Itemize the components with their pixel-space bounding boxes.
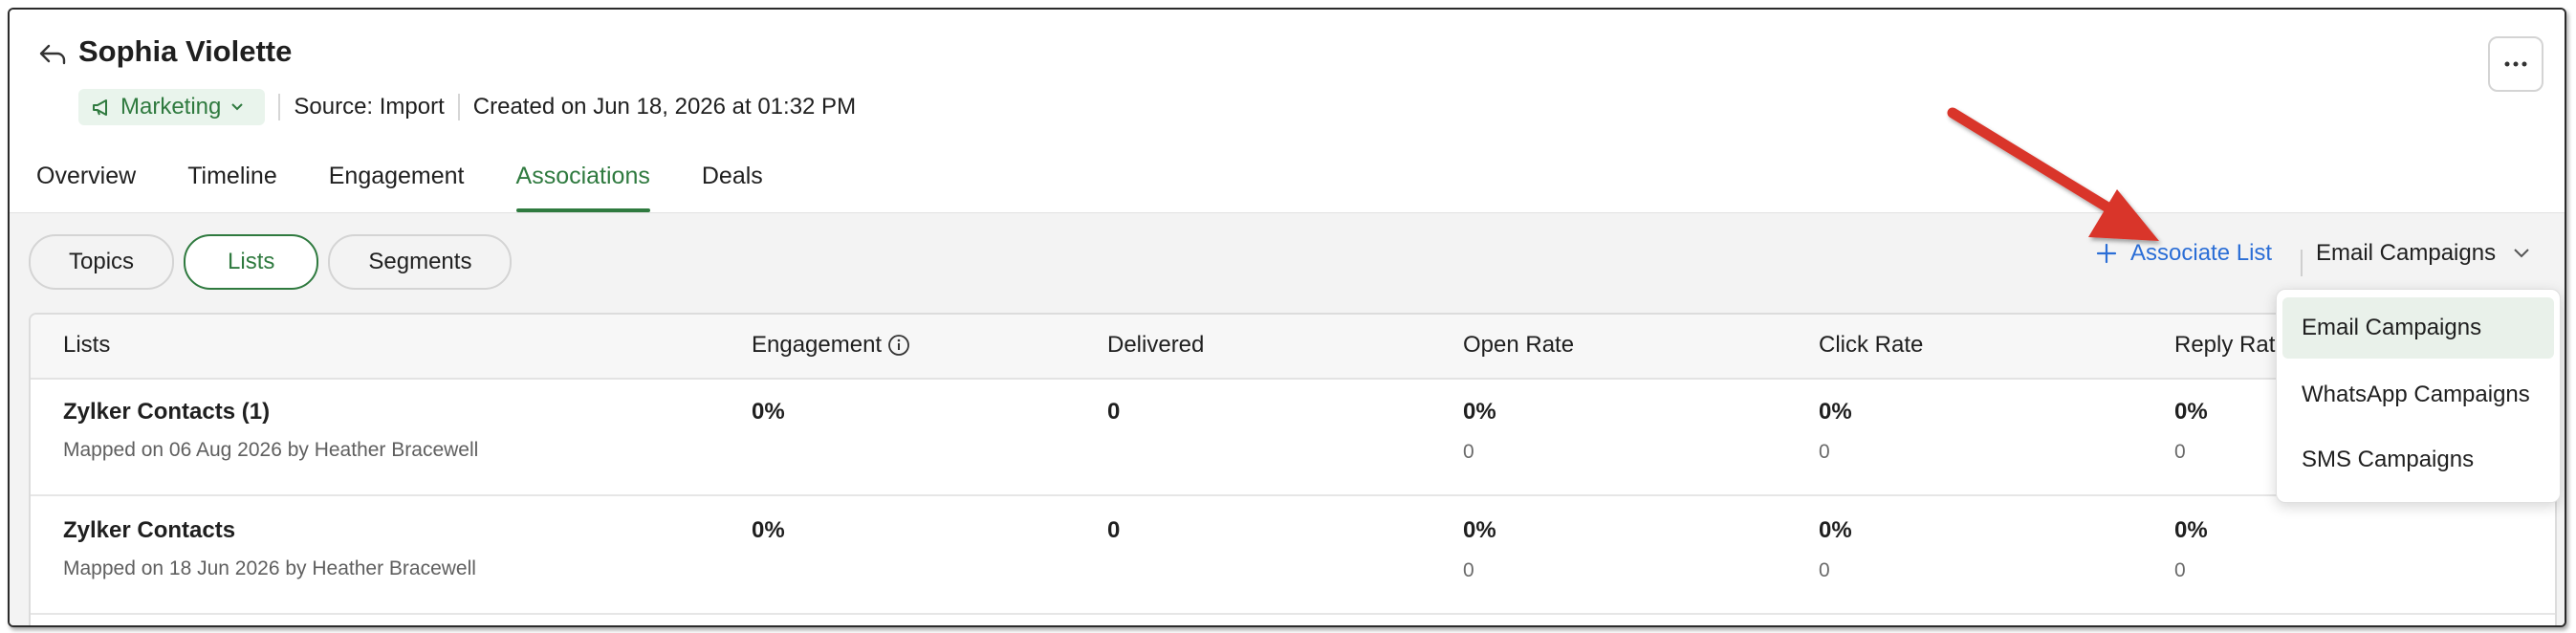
engagement-value: 0% bbox=[752, 517, 785, 543]
contact-name: Sophia Violette bbox=[78, 34, 293, 68]
header-engagement-label: Engagement bbox=[752, 332, 883, 358]
tab-overview[interactable]: Overview bbox=[36, 163, 136, 212]
reply-count: 0 bbox=[2174, 441, 2186, 463]
header-open-rate-label: Open Rate bbox=[1463, 332, 1575, 358]
open-rate-value: 0% bbox=[1463, 517, 1496, 543]
open-rate-value: 0% bbox=[1463, 399, 1496, 425]
campaign-type-select[interactable]: Email Campaigns bbox=[2316, 240, 2530, 267]
engagement-value: 0% bbox=[752, 399, 785, 425]
tab-bar: Overview Timeline Engagement Association… bbox=[36, 163, 815, 212]
option-email-campaigns[interactable]: Email Campaigns bbox=[2282, 297, 2554, 359]
reply-count: 0 bbox=[2174, 559, 2186, 581]
divider bbox=[278, 94, 281, 120]
info-icon[interactable] bbox=[887, 334, 910, 357]
reply-rate-value: 0% bbox=[2174, 517, 2208, 543]
pill-topics[interactable]: Topics bbox=[29, 234, 175, 290]
tab-deals[interactable]: Deals bbox=[702, 163, 763, 212]
header-delivered-label: Delivered bbox=[1107, 332, 1205, 358]
contact-header: Sophia Violette Marketing Source: Import… bbox=[10, 10, 2565, 212]
delivered-value: 0 bbox=[1107, 399, 1121, 425]
tab-timeline[interactable]: Timeline bbox=[187, 163, 277, 212]
header-reply-rate: Reply Rate bbox=[2174, 332, 2288, 359]
pill-segments[interactable]: Segments bbox=[328, 234, 513, 290]
marketing-tag-label: Marketing bbox=[120, 94, 222, 120]
table-header: Lists Engagement Delivered Open Rate Cli… bbox=[31, 315, 2555, 380]
contact-meta: Marketing Source: Import Created on Jun … bbox=[78, 88, 856, 126]
associations-panel: Topics Lists Segments Associate List Ema… bbox=[10, 212, 2565, 625]
tab-associations[interactable]: Associations bbox=[515, 163, 651, 212]
app-window: Sophia Violette Marketing Source: Import… bbox=[8, 8, 2566, 627]
list-name[interactable]: Zylker Contacts bbox=[63, 517, 235, 544]
click-count: 0 bbox=[1819, 441, 1830, 463]
option-sms-campaigns[interactable]: SMS Campaigns bbox=[2282, 429, 2554, 491]
list-mapped-info: Mapped on 06 Aug 2026 by Heather Bracewe… bbox=[63, 439, 479, 461]
associate-list-label: Associate List bbox=[2130, 240, 2273, 266]
delivered-value: 0 bbox=[1107, 517, 1121, 543]
header-click-rate-label: Click Rate bbox=[1819, 332, 1924, 358]
more-icon bbox=[2504, 61, 2527, 67]
header-reply-rate-label: Reply Rate bbox=[2174, 332, 2288, 358]
pill-lists[interactable]: Lists bbox=[184, 234, 319, 290]
header-delivered: Delivered bbox=[1107, 332, 1204, 359]
divider bbox=[457, 94, 460, 120]
back-arrow-icon[interactable] bbox=[36, 38, 69, 71]
marketing-tag[interactable]: Marketing bbox=[78, 89, 266, 125]
open-count: 0 bbox=[1463, 559, 1474, 581]
source-text: Source: Import bbox=[294, 94, 445, 120]
header-click-rate: Click Rate bbox=[1819, 332, 1923, 359]
list-name[interactable]: Zylker Contacts (1) bbox=[63, 399, 270, 426]
associate-list-button[interactable]: Associate List bbox=[2096, 240, 2272, 267]
divider bbox=[2301, 250, 2303, 276]
chevron-down-icon bbox=[231, 103, 244, 111]
association-type-pills: Topics Lists Segments bbox=[29, 234, 521, 290]
campaign-type-value: Email Campaigns bbox=[2316, 240, 2497, 266]
reply-rate-value: 0% bbox=[2174, 399, 2208, 425]
created-text: Created on Jun 18, 2026 at 01:32 PM bbox=[472, 94, 857, 120]
lists-table: Lists Engagement Delivered Open Rate Cli… bbox=[29, 313, 2557, 625]
list-mapped-info: Mapped on 18 Jun 2026 by Heather Bracewe… bbox=[63, 557, 476, 579]
click-count: 0 bbox=[1819, 559, 1830, 581]
more-options-button[interactable] bbox=[2488, 36, 2543, 92]
tab-engagement[interactable]: Engagement bbox=[329, 163, 465, 212]
campaign-type-dropdown: Email Campaigns WhatsApp Campaigns SMS C… bbox=[2276, 289, 2561, 503]
megaphone-icon bbox=[93, 99, 107, 116]
option-whatsapp-campaigns[interactable]: WhatsApp Campaigns bbox=[2282, 364, 2554, 426]
table-row[interactable]: Zylker Contacts Mapped on 18 Jun 2026 by… bbox=[31, 496, 2555, 615]
chevron-down-icon bbox=[2514, 249, 2529, 258]
click-rate-value: 0% bbox=[1819, 517, 1852, 543]
open-count: 0 bbox=[1463, 441, 1474, 463]
header-lists: Lists bbox=[63, 332, 110, 359]
header-engagement: Engagement bbox=[752, 332, 910, 359]
table-row[interactable]: Zylker Contacts (1) Mapped on 06 Aug 202… bbox=[31, 378, 2555, 496]
header-lists-label: Lists bbox=[63, 332, 111, 358]
plus-icon bbox=[2096, 243, 2117, 264]
header-open-rate: Open Rate bbox=[1463, 332, 1574, 359]
click-rate-value: 0% bbox=[1819, 399, 1852, 425]
